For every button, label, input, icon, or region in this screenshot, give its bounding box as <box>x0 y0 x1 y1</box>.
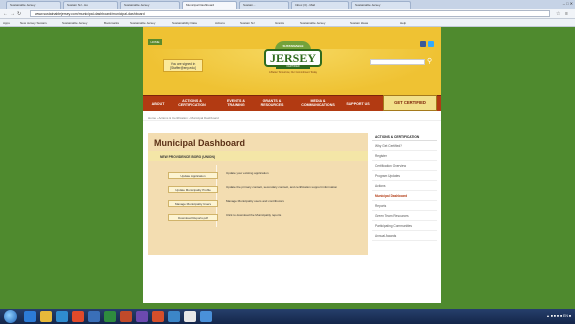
action-row: Manage Municipality Users Manage Municip… <box>160 197 360 211</box>
sidebar-item-program-updates[interactable]: Program Updates <box>372 171 437 181</box>
system-tray[interactable]: ▲ ■ ■ ■ ■ EN ■ <box>546 313 571 320</box>
browser-tab[interactable]: Sustain... <box>239 1 289 9</box>
windows-taskbar: ▲ ■ ■ ■ ■ EN ■ <box>0 309 575 324</box>
folder-icon[interactable] <box>40 311 52 322</box>
update-application-button[interactable]: Update Application <box>168 172 218 179</box>
close-icon[interactable]: ✕ <box>570 1 573 6</box>
star-icon[interactable]: ☆ <box>556 11 560 17</box>
download-reports-button[interactable]: Download Reports.pdf <box>168 214 218 221</box>
browser-tab-bar: Sustainable Jersey Sustain NJ - Ho Susta… <box>0 0 575 9</box>
app-icon[interactable] <box>200 311 212 322</box>
nav-actions-certification[interactable]: ACTIONS & CERTIFICATION <box>169 99 215 107</box>
logo-cert: CERTIFIED <box>276 65 310 69</box>
get-certified-button[interactable]: GET CERTIFIED <box>383 95 437 111</box>
nav-media-communications[interactable]: MEDIA & COMMUNICATIONS <box>295 99 341 107</box>
sidebar-item-certification-overview[interactable]: Certification Overview <box>372 161 437 171</box>
sidebar-item-municipal-dashboard[interactable]: Municipal Dashboard <box>372 191 437 201</box>
maximize-icon[interactable]: □ <box>566 1 568 6</box>
url-input[interactable]: www.sustainablejersey.com/municipal-dash… <box>30 10 550 17</box>
powerpoint-icon[interactable] <box>120 311 132 322</box>
sidebar: ACTIONS & CERTIFICATION Why Get Certifie… <box>372 133 437 301</box>
sidebar-item-participating-communities[interactable]: Participating Communities <box>372 221 437 231</box>
web-page: HOME You are signed in [Staffer@eny.edu]… <box>143 27 441 303</box>
twitter-icon[interactable] <box>428 41 434 47</box>
word-icon[interactable] <box>88 311 100 322</box>
menu-icon[interactable]: ≡ <box>565 11 568 17</box>
back-icon[interactable]: ← <box>3 11 8 17</box>
facebook-icon[interactable] <box>420 41 426 47</box>
bookmark[interactable]: Sustain NJ <box>240 20 255 26</box>
outlook-icon[interactable] <box>56 311 68 322</box>
chrome-icon[interactable] <box>72 311 84 322</box>
action-row: Update Municipality Profile Update the p… <box>160 183 360 197</box>
app-icon[interactable] <box>168 311 180 322</box>
bookmark[interactable]: Sustain Ideas <box>350 20 368 26</box>
bookmarks-bar: Apps New Jersey Sustain. Sustainable Jer… <box>0 19 575 27</box>
logo-tagline: A Better Tomorrow, Our Commitment Today <box>268 71 318 74</box>
app-icon[interactable] <box>184 311 196 322</box>
bookmark[interactable]: Help <box>400 20 406 26</box>
browser-tab[interactable]: Sustainable Jersey <box>120 1 180 9</box>
ie-icon[interactable] <box>24 311 36 322</box>
address-bar: ← → ↻ www.sustainablejersey.com/municipa… <box>0 9 575 19</box>
nav-support-us[interactable]: SUPPORT US <box>343 102 373 106</box>
bookmark[interactable]: Sustainable Jersey <box>62 20 87 26</box>
action-description: Click to download the Municipality repor… <box>226 213 282 217</box>
browser-tab[interactable]: Inbox (3) - Mail <box>291 1 349 9</box>
site-header: HOME You are signed in [Staffer@eny.edu]… <box>143 27 441 95</box>
site-logo[interactable]: SUSTAINABLE JERSEY CERTIFIED A Better To… <box>258 41 328 79</box>
forward-icon[interactable]: → <box>10 11 15 17</box>
action-row: Update Application Update your existing … <box>160 169 360 183</box>
sidebar-item-actions[interactable]: Actions <box>372 181 437 191</box>
app-icon[interactable] <box>136 311 148 322</box>
sidebar-item-reports[interactable]: Reports <box>372 201 437 211</box>
nav-grants-resources[interactable]: GRANTS & RESOURCES <box>255 99 289 107</box>
start-button[interactable] <box>4 310 17 323</box>
browser-tab[interactable]: Sustainable Jersey <box>6 1 61 9</box>
nav-about[interactable]: ABOUT <box>151 102 165 106</box>
breadcrumb[interactable]: Home › Actions & Certification › Municip… <box>143 115 441 121</box>
sidebar-item-register[interactable]: Register <box>372 151 437 161</box>
reload-icon[interactable]: ↻ <box>17 11 21 17</box>
browser-tab[interactable]: Sustain NJ - Ho <box>63 1 118 9</box>
bookmark[interactable]: Sustainability Data <box>172 20 197 26</box>
page-title: Municipal Dashboard <box>154 138 246 148</box>
municipality-name: NEW PROVIDENCE BORO (UNION) <box>160 155 215 159</box>
bookmark[interactable]: Sustainable Jersey <box>300 20 325 26</box>
action-row: Download Reports.pdf Click to download t… <box>160 211 360 225</box>
sidebar-header: ACTIONS & CERTIFICATION <box>372 133 437 141</box>
bookmark[interactable]: Sustainable Jersey <box>130 20 155 26</box>
home-button[interactable]: HOME <box>148 39 162 45</box>
dashboard-panel: Municipal Dashboard NEW PROVIDENCE BORO … <box>148 133 368 255</box>
action-description: Update the primary contact, secondary co… <box>226 185 338 189</box>
bookmark[interactable]: Actions <box>215 20 225 26</box>
sidebar-item-why-get-certified[interactable]: Why Get Certified? <box>372 141 437 151</box>
update-profile-button[interactable]: Update Municipality Profile <box>168 186 218 193</box>
search-input[interactable] <box>370 59 425 65</box>
app-icon[interactable] <box>152 311 164 322</box>
window-controls[interactable]: – □ ✕ <box>563 1 573 6</box>
sidebar-item-green-team-resources[interactable]: Green Team Resources <box>372 211 437 221</box>
action-description: Update your existing application <box>226 171 269 175</box>
browser-tab-active[interactable]: Municipal Dashboard <box>182 1 237 9</box>
signed-in-user[interactable]: [Staffer@eny.edu] <box>164 66 202 70</box>
nav-events-training[interactable]: EVENTS & TRAINING <box>221 99 251 107</box>
browser-tab[interactable]: Sustainable Jersey <box>351 1 411 9</box>
action-description: Manage Municipality users and contributo… <box>226 199 284 203</box>
search-icon[interactable]: ⚲ <box>427 57 435 66</box>
signed-in-box: You are signed in [Staffer@eny.edu] <box>163 59 203 72</box>
bookmark[interactable]: New Jersey Sustain. <box>20 20 47 26</box>
sidebar-item-annual-awards[interactable]: Annual Awards <box>372 231 437 241</box>
bookmark[interactable]: Apps <box>3 20 10 26</box>
manage-users-button[interactable]: Manage Municipality Users <box>168 200 218 207</box>
excel-icon[interactable] <box>104 311 116 322</box>
bookmark[interactable]: Bookmarks <box>104 20 119 26</box>
minimize-icon[interactable]: – <box>563 1 565 6</box>
bookmark[interactable]: Grants <box>275 20 284 26</box>
